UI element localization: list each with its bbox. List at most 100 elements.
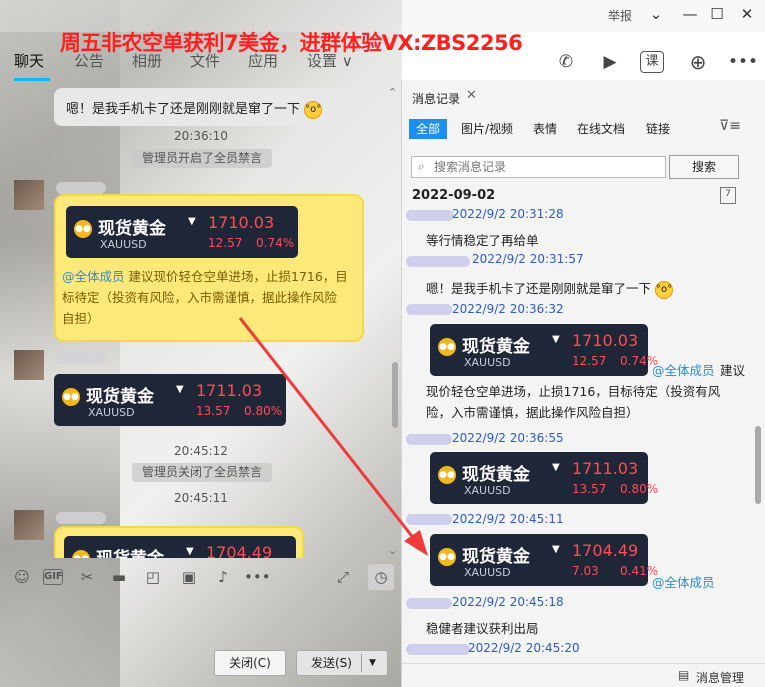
search-input[interactable] (434, 159, 662, 175)
gold-message-bubble: ●● 现货黄金 ▼ XAUUSD 1710.03 12.57 0.74% @全体… (54, 194, 364, 342)
sender-name (56, 182, 106, 194)
expand-icon[interactable]: ⤢ (332, 566, 354, 588)
history-clock-icon[interactable]: ◷ (368, 564, 394, 590)
gold-ticker-card[interactable]: ●● 现货黄金 ▼ XAUUSD 1711.03 13.57 0.80% (54, 374, 286, 426)
gold-ticker-card[interactable]: ●● 现货黄金 ▼ XAUUSD 1711.03 13.57 0.80% (430, 452, 658, 504)
ticker-change: 13.57 (572, 482, 607, 496)
close-icon[interactable]: ✕ (466, 88, 477, 103)
sender-name (406, 256, 470, 267)
mention-all[interactable]: @全体成员 (652, 572, 715, 591)
tab-chat[interactable]: 聊天 (14, 50, 44, 71)
message-text: 嗯！是我手机卡了还是刚刚就是窜了一下 (66, 102, 301, 117)
emoji-icon[interactable]: ☺ (11, 566, 33, 588)
chat-messages[interactable]: 嗯！是我手机卡了还是刚刚就是窜了一下 °o° ⌃ 20:36:10 管理员开启了… (0, 82, 402, 558)
gold-ticker-card[interactable]: ●● 现货黄金 ▼ XAUUSD 1704.49 7.03 0.41% (430, 534, 658, 586)
ticker-name: 现货黄金 (98, 219, 166, 239)
history-title: 消息记录 (412, 92, 461, 106)
ticker-name: 现货黄金 (462, 337, 530, 357)
gold-ticker-card[interactable]: ●● 现货黄金 ▼ 1704.49 (64, 536, 296, 558)
send-button[interactable]: 发送(S) ▼ (296, 650, 388, 676)
maximize-icon[interactable]: ☐ (704, 3, 730, 25)
history-tab-all[interactable]: 全部 (409, 119, 448, 139)
tab-album[interactable]: 相册 (132, 50, 162, 71)
caret-down-icon: ▼ (552, 544, 560, 555)
avatar[interactable] (14, 180, 44, 210)
tab-settings[interactable]: 设置 ∨ (307, 50, 353, 71)
history-message: 稳健者建议获利出局 (426, 621, 539, 636)
timestamp: 20:36:10 (174, 129, 228, 143)
gold-ticker-card[interactable]: ●● 现货黄金 ▼ XAUUSD 1710.03 12.57 0.74% (430, 324, 658, 376)
search-icon: ⌕ (418, 159, 425, 173)
promo-banner: 周五非农空单获利7美金，进群体验VX:ZBS2256 (60, 31, 523, 55)
gold-message-bubble: ●● 现货黄金 ▼ 1704.49 (54, 526, 304, 558)
ticker-price: 1704.49 (572, 541, 639, 560)
tab-apps[interactable]: 应用 (248, 50, 278, 71)
shocked-emoji-icon: °o° (655, 280, 673, 299)
bell-icon[interactable]: ♪ (212, 566, 234, 588)
scroll-down-icon[interactable]: ⌄ (388, 544, 397, 557)
caret-down-icon: ▼ (186, 546, 194, 557)
chat-scrollbar[interactable] (392, 362, 398, 428)
ticker-price: 1710.03 (208, 213, 275, 232)
lesson-icon[interactable]: 课 (640, 51, 664, 73)
ticker-change: 12.57 (208, 236, 243, 250)
send-label: 发送(S) (311, 656, 352, 670)
ticker-price: 1710.03 (572, 331, 639, 350)
ticker-name: 现货黄金 (462, 465, 530, 485)
minimize-icon[interactable]: — (677, 3, 703, 25)
sender-name (56, 352, 106, 364)
gold-coin-icon: ●● (438, 338, 456, 356)
sender-name (406, 434, 452, 445)
phone-icon[interactable]: ✆ (552, 48, 580, 76)
scroll-up-icon[interactable]: ⌃ (388, 86, 397, 99)
gold-coin-icon: ●● (438, 466, 456, 484)
ticker-name: 现货黄金 (96, 544, 164, 558)
history-scrollbar[interactable] (755, 426, 761, 504)
mention-all[interactable]: @全体成员 (62, 269, 125, 284)
mention-all[interactable]: @全体成员 (652, 360, 715, 379)
report-link[interactable]: 举报 (608, 7, 632, 24)
scissors-icon[interactable]: ✂ (76, 566, 98, 588)
close-icon[interactable]: ✕ (734, 3, 760, 25)
history-tab-docs[interactable]: 在线文档 (577, 120, 625, 137)
ticker-change: 13.57 (196, 404, 231, 418)
gif-icon[interactable]: GIF (43, 569, 63, 585)
more-icon[interactable]: ••• (728, 48, 758, 76)
history-footer: ▤ 消息管理 (402, 663, 765, 687)
caret-down-icon: ▼ (188, 216, 196, 227)
chevron-down-icon[interactable]: ▼ (369, 651, 376, 675)
ticker-name: 现货黄金 (462, 547, 530, 567)
more-icon[interactable]: ••• (244, 566, 271, 588)
history-timestamp: 2022/9/2 20:45:20 (468, 641, 580, 655)
history-timestamp: 2022/9/2 20:36:55 (452, 431, 564, 445)
image-icon[interactable]: ▣ (178, 566, 200, 588)
history-tab-links[interactable]: 链接 (646, 120, 670, 137)
gold-ticker-card[interactable]: ●● 现货黄金 ▼ XAUUSD 1710.03 12.57 0.74% (66, 206, 298, 258)
timestamp: 20:45:11 (174, 491, 228, 505)
history-tab-media[interactable]: 图片/视频 (461, 120, 513, 137)
avatar[interactable] (14, 510, 44, 540)
shocked-emoji-icon: °o° (304, 100, 323, 119)
close-button[interactable]: 关闭(C) (214, 650, 286, 676)
avatar[interactable] (14, 350, 44, 380)
tab-announcements[interactable]: 公告 (74, 50, 104, 71)
message-manage-link[interactable]: 消息管理 (696, 669, 744, 686)
timestamp: 20:45:12 (174, 444, 228, 458)
plus-icon[interactable]: ⊕ (684, 48, 712, 76)
ticker-percent: 0.80% (244, 404, 283, 418)
history-tab-stickers[interactable]: 表情 (533, 120, 557, 137)
history-list[interactable]: 2022/9/2 20:31:28 等行情稳定了再给单 2022/9/2 20:… (402, 200, 765, 662)
screenshot-icon[interactable]: ◰ (142, 566, 164, 588)
gold-coin-icon: ●● (74, 220, 92, 238)
filter-icon[interactable]: ⊽≡ (719, 118, 741, 134)
history-search[interactable]: ⌕ (411, 156, 666, 178)
system-notice: 管理员开启了全员禁言 (132, 149, 273, 168)
message-manage-icon[interactable]: ▤ (678, 668, 689, 682)
history-message: 嗯！是我手机卡了还是刚刚就是窜了一下 °o° (426, 278, 673, 299)
tab-files[interactable]: 文件 (190, 50, 220, 71)
history-message: 现价轻仓空单进场，止损1716，目标待定（投资有风 险，入市需谨慎，据此操作风险自… (426, 384, 721, 420)
video-icon[interactable]: ▶ (596, 48, 624, 76)
chevron-down-icon[interactable]: ⌄ (643, 3, 669, 25)
folder-icon[interactable]: ▬ (108, 566, 130, 588)
search-button[interactable]: 搜索 (669, 155, 739, 179)
